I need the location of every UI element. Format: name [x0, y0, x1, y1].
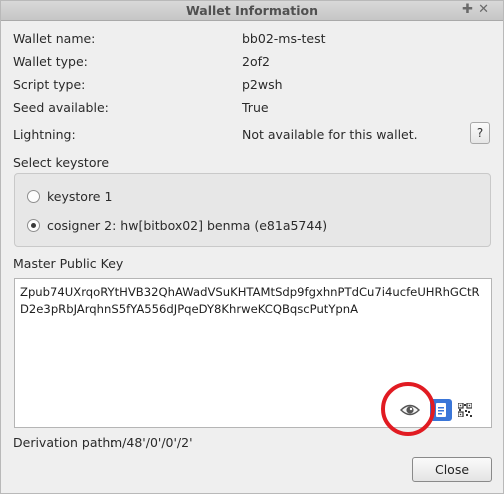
- close-button[interactable]: Close: [412, 457, 492, 482]
- keystore-option-label: cosigner 2: hw[bitbox02] benma (e81a5744…: [47, 218, 328, 233]
- qr-code-icon[interactable]: [458, 403, 472, 417]
- keystore-option-label: keystore 1: [47, 189, 113, 204]
- script-type-value: p2wsh: [242, 77, 283, 92]
- keystore-group: keystore 1 cosigner 2: hw[bitbox02] benm…: [14, 173, 491, 247]
- derivation-path-label: Derivation path:: [13, 435, 115, 450]
- wallet-type-value: 2of2: [242, 54, 270, 69]
- close-icon[interactable]: ✕: [478, 2, 489, 18]
- highlight-circle: [381, 382, 435, 436]
- seed-available-value: True: [242, 100, 269, 115]
- select-keystore-label: Select keystore: [13, 155, 110, 170]
- master-public-key-text[interactable]: Zpub74UXrqoRYtHVB32QhAWadVSuKHTAMtSdp9fg…: [20, 284, 486, 318]
- radio-cosigner-2[interactable]: [27, 219, 40, 232]
- wallet-name-value: bb02-ms-test: [242, 31, 326, 46]
- derivation-path-value: m/48'/0'/0'/2': [110, 435, 193, 450]
- window-title: Wallet Information: [185, 3, 319, 18]
- script-type-label: Script type:: [13, 77, 86, 92]
- seed-available-label: Seed available:: [13, 100, 109, 115]
- title-bar[interactable]: Wallet Information ✚ ✕: [1, 1, 503, 21]
- radio-keystore-1[interactable]: [27, 190, 40, 203]
- lightning-label: Lightning:: [13, 127, 76, 142]
- wallet-type-label: Wallet type:: [13, 54, 88, 69]
- wallet-info-window: Wallet Information ✚ ✕ Wallet name: bb02…: [0, 0, 504, 494]
- master-public-key-label: Master Public Key: [13, 256, 124, 271]
- maximize-icon[interactable]: ✚: [462, 2, 473, 18]
- lightning-help-button[interactable]: ?: [470, 122, 490, 144]
- wallet-name-label: Wallet name:: [13, 31, 96, 46]
- lightning-value: Not available for this wallet.: [242, 127, 418, 142]
